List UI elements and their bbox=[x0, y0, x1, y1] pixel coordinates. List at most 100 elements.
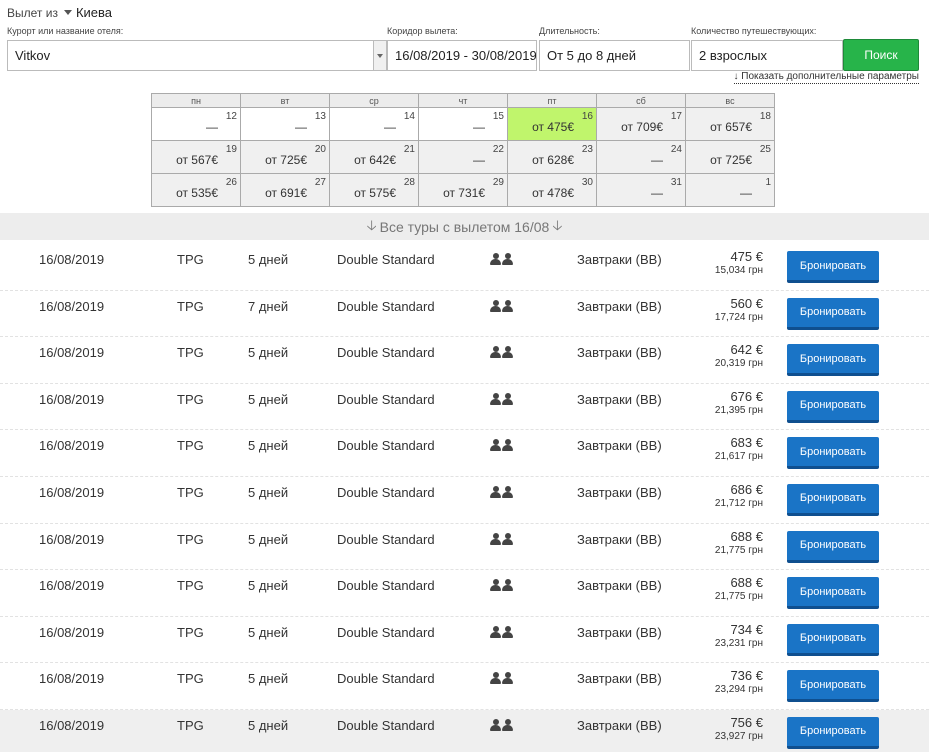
calendar-day-number: 29 bbox=[492, 177, 504, 188]
tour-room-type: Double Standard bbox=[337, 671, 435, 687]
search-button[interactable]: Поиск bbox=[843, 39, 919, 71]
tour-duration: 5 дней bbox=[248, 531, 289, 547]
calendar-day-cell[interactable]: от 725€ 25 bbox=[685, 140, 775, 174]
calendar-day-cell[interactable]: от 642€ 21 bbox=[329, 140, 419, 174]
book-button[interactable]: Бронировать bbox=[787, 344, 879, 377]
two-persons-icon bbox=[490, 253, 514, 265]
tours-section-header: 🡣 Все туры с вылетом 16/08 🡣 bbox=[0, 213, 929, 240]
calendar-day-price: от 642€ bbox=[354, 153, 396, 167]
person-icon bbox=[490, 439, 501, 452]
tour-price-uah: 15,034 грн bbox=[714, 265, 763, 276]
calendar-weekdays: пн вт ср чт пт сб вс bbox=[151, 93, 775, 108]
book-button[interactable]: Бронировать bbox=[787, 251, 879, 283]
tour-date: 16/08/2019 bbox=[39, 252, 105, 267]
calendar-day-cell[interactable]: — 22 bbox=[418, 140, 508, 174]
person-icon bbox=[502, 346, 513, 359]
tour-meal-plan: Завтраки (BB) bbox=[577, 391, 662, 407]
tour-price: 686 €21,712 грн bbox=[715, 482, 763, 509]
book-button[interactable]: Бронировать bbox=[787, 390, 879, 423]
tour-price-uah: 23,231 грн bbox=[714, 637, 763, 649]
duration-input[interactable]: От 5 до 8 дней bbox=[539, 40, 690, 71]
tour-price-uah: 21,395 грн bbox=[714, 404, 763, 416]
book-button[interactable]: Бронировать bbox=[787, 297, 879, 330]
calendar-day-cell[interactable]: от 478€ 30 bbox=[507, 173, 597, 207]
weekday-header: вс bbox=[685, 93, 775, 108]
travelers-input[interactable]: 2 взрослых bbox=[691, 40, 843, 71]
tour-price: 736 €23,294 грн bbox=[715, 668, 763, 695]
calendar-day-cell[interactable]: — 12 bbox=[151, 107, 241, 141]
weekday-header: пн bbox=[151, 93, 241, 108]
calendar-day-cell[interactable]: от 628€ 23 bbox=[507, 140, 597, 174]
dates-input[interactable]: 16/08/2019 - 30/08/2019 bbox=[387, 40, 537, 71]
tour-date: 16/08/2019 bbox=[39, 531, 105, 547]
two-persons-icon bbox=[490, 672, 514, 685]
calendar-day-number: 26 bbox=[225, 177, 237, 188]
calendar-day-cell[interactable]: — 31 bbox=[596, 173, 686, 207]
person-icon bbox=[502, 253, 513, 265]
calendar-day-cell[interactable]: — 13 bbox=[240, 107, 330, 141]
weekday-header: сб bbox=[596, 93, 686, 108]
tour-operator: TPG bbox=[177, 345, 204, 361]
calendar-day-cell[interactable]: от 731€ 29 bbox=[418, 173, 508, 207]
calendar-day-price: — bbox=[740, 186, 752, 200]
calendar-day-number: 24 bbox=[670, 144, 682, 155]
person-icon bbox=[490, 532, 501, 545]
tours-section-title: Все туры с вылетом 16/08 bbox=[379, 218, 550, 235]
departure-city-dropdown[interactable]: Киева bbox=[63, 5, 112, 20]
book-button[interactable]: Бронировать bbox=[787, 577, 879, 610]
hotel-input[interactable]: Vitkov bbox=[7, 40, 387, 71]
person-icon bbox=[502, 718, 513, 731]
person-icon bbox=[502, 485, 513, 498]
calendar-day-cell[interactable]: — 15 bbox=[418, 107, 508, 141]
two-persons-icon bbox=[490, 579, 514, 592]
tour-price-uah: 23,294 грн bbox=[714, 684, 763, 696]
hotel-dropdown-button[interactable] bbox=[373, 41, 386, 70]
calendar-day-cell[interactable]: от 475€ 16 bbox=[507, 107, 597, 141]
tour-price: 475 €15,034 грн bbox=[715, 249, 763, 276]
calendar-day-number: 20 bbox=[314, 144, 326, 155]
calendar-day-cell[interactable]: от 725€ 20 bbox=[240, 140, 330, 174]
book-button[interactable]: Бронировать bbox=[787, 530, 879, 563]
calendar-day-number: 22 bbox=[492, 144, 504, 155]
tour-price: 734 €23,231 грн bbox=[715, 622, 763, 649]
calendar-day-cell[interactable]: от 567€ 19 bbox=[151, 140, 241, 174]
tour-date: 16/08/2019 bbox=[39, 717, 105, 733]
book-button[interactable]: Бронировать bbox=[787, 483, 879, 516]
book-button[interactable]: Бронировать bbox=[787, 623, 879, 656]
two-persons-icon bbox=[490, 299, 514, 312]
tour-duration: 5 дней bbox=[248, 345, 289, 361]
calendar-day-cell[interactable]: от 691€ 27 bbox=[240, 173, 330, 207]
calendar-day-cell[interactable]: от 535€ 26 bbox=[151, 173, 241, 207]
more-params-link[interactable]: ↓ Показать дополнительные параметры bbox=[733, 71, 919, 84]
tour-room-type: Double Standard bbox=[337, 345, 435, 361]
tour-price-uah: 21,617 грн bbox=[714, 451, 763, 463]
tour-price-uah: 23,927 грн bbox=[714, 730, 763, 742]
tour-date: 16/08/2019 bbox=[39, 391, 105, 407]
tour-row: 16/08/2019 TPG 5 дней Double Standard Завтра… bbox=[0, 617, 929, 664]
tour-meal-plan: Завтраки (BB) bbox=[577, 578, 662, 594]
calendar-week: от 567€ 19 от 725€ 20 от 642€ 21—22 от 628€ 23—… bbox=[151, 140, 775, 174]
book-button[interactable]: Бронировать bbox=[787, 716, 879, 749]
book-button[interactable]: Бронировать bbox=[787, 437, 879, 470]
calendar-day-cell[interactable]: от 709€ 17 bbox=[596, 107, 686, 141]
calendar-day-cell[interactable]: —1 bbox=[685, 173, 775, 207]
book-button[interactable]: Бронировать bbox=[787, 670, 879, 703]
calendar-day-number: 19 bbox=[225, 144, 237, 155]
weekday-header: вт bbox=[240, 93, 330, 108]
calendar-day-cell[interactable]: от 575€ 28 bbox=[329, 173, 419, 207]
tour-room-type: Double Standard bbox=[337, 578, 435, 594]
duration-field-label: Длительность: bbox=[539, 26, 600, 36]
calendar-day-number: 31 bbox=[670, 177, 682, 188]
calendar-day-cell[interactable]: от 657€ 18 bbox=[685, 107, 775, 141]
calendar-day-price: — bbox=[384, 120, 396, 134]
calendar-day-cell[interactable]: — 14 bbox=[329, 107, 419, 141]
person-icon bbox=[502, 672, 513, 685]
calendar-day-price: от 709€ bbox=[621, 120, 663, 134]
calendar-day-cell[interactable]: — 24 bbox=[596, 140, 686, 174]
calendar-day-price: — bbox=[651, 186, 663, 200]
tour-row: 16/08/2019 TPG 5 дней Double Standard Завтра… bbox=[0, 477, 929, 524]
tour-meal-plan: Завтраки (BB) bbox=[577, 345, 662, 361]
tour-room-type: Double Standard bbox=[337, 438, 435, 454]
tour-operator: TPG bbox=[177, 438, 204, 454]
tour-row: 16/08/2019 TPG 5 дней Double Standard Завтра… bbox=[0, 337, 929, 384]
